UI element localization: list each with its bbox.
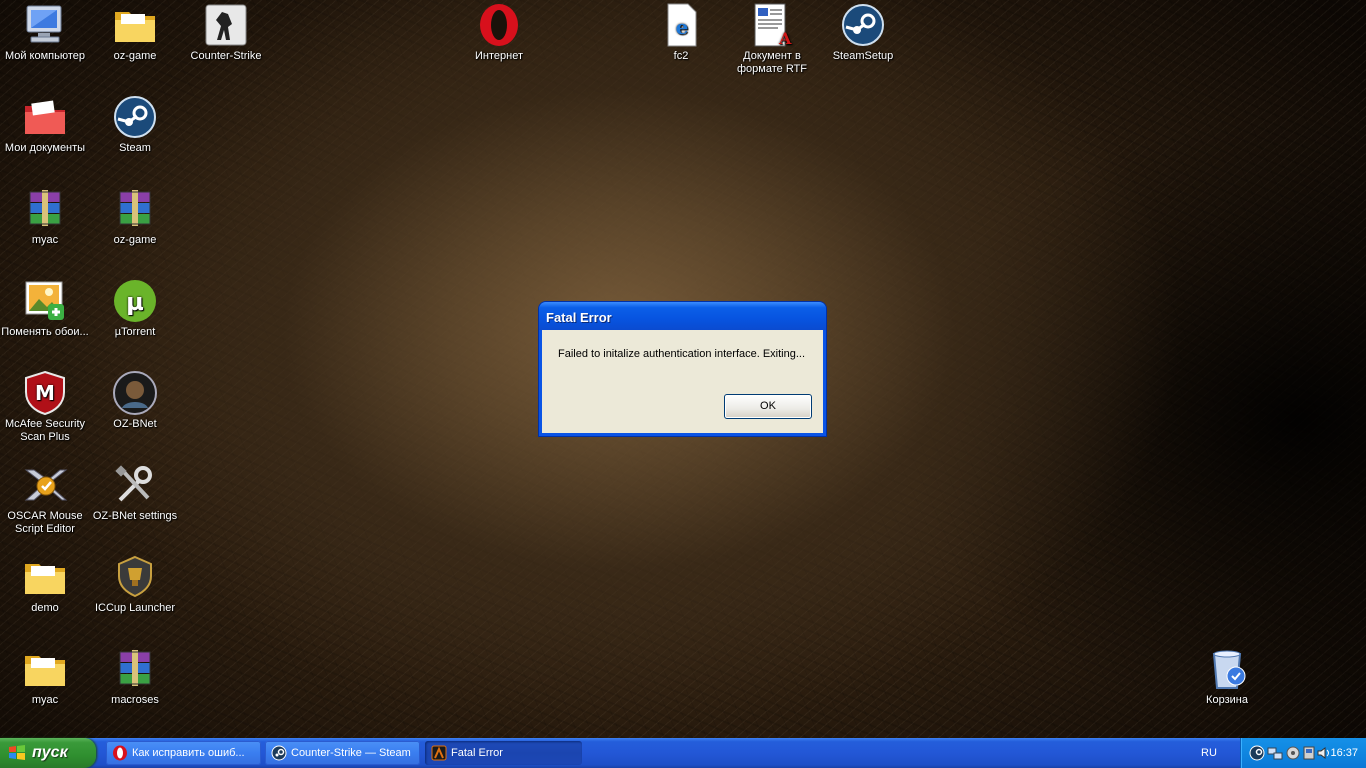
taskbar-item-label: Fatal Error — [451, 747, 503, 759]
recycle-bin-icon — [1204, 646, 1250, 692]
icon-label: Корзина — [1206, 694, 1248, 706]
taskbar-item-steam[interactable]: Counter-Strike — Steam — [265, 741, 420, 765]
svg-text:M: M — [35, 381, 55, 405]
icon-label: OSCAR Mouse Script Editor — [7, 510, 83, 535]
oz-bnet-icon — [112, 370, 158, 416]
icon-label: oz-game — [113, 50, 157, 62]
ie-document-icon: e — [658, 2, 704, 48]
opera-icon — [476, 2, 522, 48]
desktop-icon-myac-folder[interactable]: myac — [0, 646, 90, 707]
dialog-body: Failed to initalize authentication inter… — [542, 330, 823, 433]
steam-icon — [112, 94, 158, 140]
picture-icon — [22, 278, 68, 324]
desktop-icon-my-documents[interactable]: Мои документы — [0, 94, 90, 155]
svg-text:e: e — [676, 15, 689, 39]
desktop-icon-demo-folder[interactable]: demo — [0, 554, 90, 615]
tools-icon — [112, 462, 158, 508]
desktop-icon-oz-bnet-settings[interactable]: OZ-BNet settings — [90, 462, 180, 523]
desktop-icon-steam[interactable]: Steam — [90, 94, 180, 155]
network-icon[interactable] — [1267, 745, 1283, 761]
start-button[interactable]: пуск — [0, 738, 96, 768]
desktop-icon-fc2[interactable]: e fc2 — [636, 2, 726, 63]
steam-tray-icon[interactable] — [1249, 745, 1265, 761]
icon-label: SteamSetup — [832, 50, 894, 62]
icon-label: Counter-Strike — [190, 50, 262, 62]
desktop-icon-oz-game-folder[interactable]: oz-game — [90, 2, 180, 63]
desktop-icon-oscar-editor[interactable]: OSCAR Mouse Script Editor — [0, 462, 90, 536]
desktop-icon-steamsetup[interactable]: SteamSetup — [818, 2, 908, 63]
winrar-archive-icon — [112, 186, 158, 232]
taskbar-item-label: Как исправить ошиб... — [132, 747, 245, 759]
counter-strike-icon — [203, 2, 249, 48]
svg-text:A: A — [778, 29, 792, 48]
taskbar: пуск Как исправить ошиб... Counter-Strik… — [0, 738, 1366, 768]
red-folder-icon — [22, 94, 68, 140]
dialog-message: Failed to initalize authentication inter… — [558, 348, 806, 360]
icon-label: McAfee Security Scan Plus — [4, 418, 86, 443]
icon-label: myac — [31, 694, 59, 706]
clock[interactable]: 16:37 — [1330, 738, 1358, 768]
desktop-icon-macroses[interactable]: macroses — [90, 646, 180, 707]
antivirus-icon[interactable] — [1301, 745, 1317, 761]
ok-button[interactable]: OK — [724, 394, 812, 419]
steam-icon — [271, 745, 287, 761]
iccup-icon — [112, 554, 158, 600]
computer-icon — [22, 2, 68, 48]
oscar-icon — [22, 462, 68, 508]
desktop-icon-oz-game-archive[interactable]: oz-game — [90, 186, 180, 247]
icon-label: Мои документы — [4, 142, 86, 154]
icon-label: demo — [31, 602, 59, 614]
language-indicator[interactable]: RU — [1201, 738, 1217, 768]
icon-label: fc2 — [673, 50, 689, 62]
start-label: пуск — [32, 744, 68, 761]
desktop-icon-counter-strike[interactable]: Counter-Strike — [181, 2, 271, 63]
opera-icon — [113, 745, 127, 761]
taskbar-item-opera[interactable]: Как исправить ошиб... — [106, 741, 261, 765]
utorrent-icon: µ — [112, 278, 158, 324]
icon-label: oz-game — [113, 234, 157, 246]
desktop: Мой компьютер Мои документы myac Поменят… — [0, 0, 1366, 738]
dialog-title[interactable]: Fatal Error — [539, 302, 826, 330]
folder-icon — [22, 554, 68, 600]
system-tray: 16:37 — [1240, 738, 1366, 768]
windows-flag-icon — [9, 745, 25, 760]
folder-icon — [112, 2, 158, 48]
mcafee-shield-icon: M — [22, 370, 68, 416]
rtf-document-icon: A — [749, 2, 795, 48]
desktop-icon-iccup-launcher[interactable]: ICCup Launcher — [90, 554, 180, 615]
desktop-icon-myac-archive[interactable]: myac — [0, 186, 90, 247]
desktop-icon-recycle-bin[interactable]: Корзина — [1182, 646, 1272, 707]
icon-label: macroses — [111, 694, 159, 706]
icon-label: ICCup Launcher — [94, 602, 176, 614]
desktop-icon-my-computer[interactable]: Мой компьютер — [0, 2, 90, 63]
icon-label: Интернет — [475, 50, 523, 62]
winrar-archive-icon — [112, 646, 158, 692]
desktop-icon-change-wallpaper[interactable]: Поменять обои... — [0, 278, 90, 339]
taskbar-item-fatal-error[interactable]: Fatal Error — [425, 741, 582, 765]
desktop-icon-oz-bnet[interactable]: OZ-BNet — [90, 370, 180, 431]
icon-label: OZ-BNet — [113, 418, 157, 430]
winrar-archive-icon — [22, 186, 68, 232]
icon-label: Поменять обои... — [1, 326, 89, 338]
icon-label: myac — [31, 234, 59, 246]
icon-label: µTorrent — [114, 326, 156, 338]
folder-icon — [22, 646, 68, 692]
fatal-error-dialog: Fatal Error Failed to initalize authenti… — [539, 302, 826, 436]
icon-label: Steam — [119, 142, 151, 154]
icon-label: Мой компьютер — [4, 50, 86, 62]
desktop-icon-mcafee[interactable]: M McAfee Security Scan Plus — [0, 370, 90, 444]
security-icon[interactable] — [1285, 745, 1301, 761]
desktop-icon-utorrent[interactable]: µ µTorrent — [90, 278, 180, 339]
icon-label: OZ-BNet settings — [92, 510, 178, 522]
desktop-icon-rtf-document[interactable]: A Документ в формате RTF — [727, 2, 817, 76]
steam-icon — [840, 2, 886, 48]
svg-text:µ: µ — [126, 288, 144, 316]
icon-label: Документ в формате RTF — [737, 50, 807, 75]
desktop-icon-opera-internet[interactable]: Интернет — [454, 2, 544, 63]
taskbar-item-label: Counter-Strike — Steam — [291, 747, 411, 759]
half-life-icon — [431, 745, 447, 761]
